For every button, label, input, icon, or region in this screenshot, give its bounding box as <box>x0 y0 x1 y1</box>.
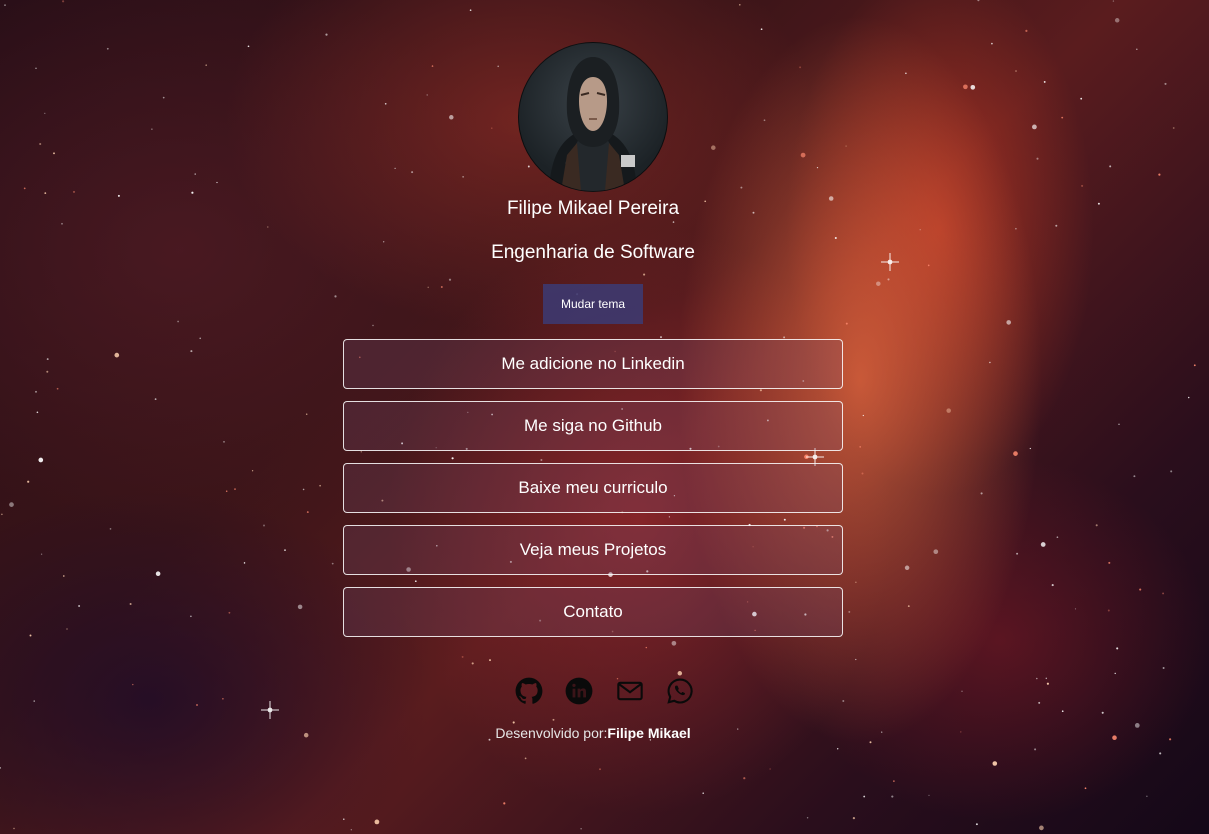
footer-prefix: Desenvolvido por: <box>495 725 608 741</box>
contact-link-button[interactable]: Contato <box>343 587 843 637</box>
change-theme-button[interactable]: Mudar tema <box>543 284 643 324</box>
profile-role: Engenharia de Software <box>491 242 695 263</box>
footer-author: Filipe Mikael <box>607 725 691 741</box>
github-link-button[interactable]: Me siga no Github <box>343 401 843 451</box>
profile-card: Filipe Mikael Pereira Engenharia de Soft… <box>0 42 1209 762</box>
hooded-person-portrait-icon <box>549 57 637 191</box>
social-icons <box>515 677 725 707</box>
linkedin-link-button[interactable]: Me adicione no Linkedin <box>343 339 843 389</box>
resume-download-button[interactable]: Baixe meu curriculo <box>343 463 843 513</box>
linkedin-icon[interactable] <box>565 677 593 705</box>
projects-link-button[interactable]: Veja meus Projetos <box>343 525 843 575</box>
github-icon[interactable] <box>515 677 543 705</box>
link-list: Me adicione no Linkedin Me siga no Githu… <box>343 339 843 649</box>
profile-name: Filipe Mikael Pereira <box>506 198 680 219</box>
avatar <box>518 42 668 192</box>
footer-credit: Desenvolvido por:Filipe Mikael <box>0 725 1186 741</box>
whatsapp-icon[interactable] <box>666 677 694 705</box>
mail-icon[interactable] <box>616 677 644 705</box>
